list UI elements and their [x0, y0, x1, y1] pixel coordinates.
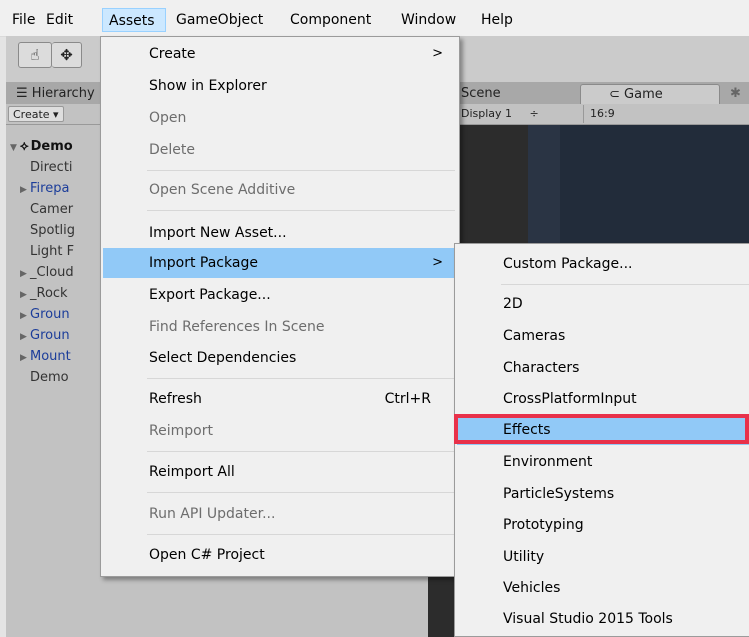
- expand-arrow-icon[interactable]: ▶: [20, 348, 30, 368]
- menu-item-delete: Delete: [149, 142, 195, 158]
- hierarchy-item[interactable]: Camer: [30, 200, 73, 220]
- shortcut-label: Ctrl+R: [384, 391, 431, 407]
- tab-game[interactable]: ⊂ Game: [580, 84, 720, 104]
- assets-dropdown-menu: Create > Show in Explorer Open Delete Ope…: [100, 36, 460, 577]
- hierarchy-panel: ▼ ⟡ Demo Directi ▶ Firepa Camer Spotlig Light F ▶…: [6, 125, 106, 637]
- menu-item-show-in-explorer[interactable]: Show in Explorer: [103, 71, 457, 101]
- hierarchy-item-label: Camer: [30, 202, 74, 217]
- submenu-item-particlesystems[interactable]: ParticleSystems: [457, 479, 749, 509]
- submenu-item-crossplatforminput[interactable]: CrossPlatformInput: [457, 384, 749, 414]
- hierarchy-item[interactable]: ▶ Groun: [20, 326, 70, 346]
- submenu-item-utility[interactable]: Utility: [457, 542, 749, 572]
- menu-item-reimport: Reimport: [149, 423, 213, 439]
- hand-tool-button[interactable]: ☝: [18, 42, 52, 68]
- hierarchy-item-label: Directi: [30, 160, 73, 175]
- hierarchy-item-label: Spotlig: [30, 223, 76, 238]
- submenu-item-characters[interactable]: Characters: [457, 353, 749, 383]
- highlight-annotation-box: [454, 414, 749, 444]
- tab-hierarchy[interactable]: ☰ Hierarchy: [12, 84, 102, 104]
- hierarchy-item[interactable]: ▶ Groun: [20, 305, 70, 325]
- hierarchy-item-label: Groun: [30, 328, 70, 343]
- menu-separator: [501, 284, 749, 285]
- move-tool-button[interactable]: ✥: [52, 42, 82, 68]
- game-display-dropdown[interactable]: Display 1 ÷: [461, 105, 539, 123]
- expand-arrow-icon[interactable]: ▶: [20, 327, 30, 347]
- hierarchy-item-label: _Rock: [30, 286, 68, 301]
- hand-icon: ☝: [30, 46, 40, 64]
- submenu-arrow-icon: >: [432, 255, 443, 270]
- expand-arrow-icon[interactable]: ▶: [20, 285, 30, 305]
- menu-separator: [147, 534, 455, 535]
- game-icon: ⊂: [609, 87, 620, 102]
- menu-item-import-package[interactable]: Import Package >: [103, 248, 457, 278]
- menu-help[interactable]: Help: [475, 8, 519, 32]
- hierarchy-item[interactable]: Spotlig: [30, 221, 75, 241]
- hierarchy-item[interactable]: ▶ _Rock: [20, 284, 68, 304]
- hierarchy-item-label: Demo: [30, 139, 73, 154]
- game-aspect-dropdown[interactable]: 16:9: [583, 105, 615, 123]
- expand-arrow-icon[interactable]: ▶: [20, 306, 30, 326]
- submenu-item-prototyping[interactable]: Prototyping: [457, 510, 749, 540]
- hierarchy-item-label: Firepa: [30, 181, 70, 196]
- hierarchy-item-label: Groun: [30, 307, 70, 322]
- menu-gameobject[interactable]: GameObject: [170, 8, 269, 32]
- menu-item-refresh[interactable]: Refresh Ctrl+R: [103, 384, 457, 414]
- expand-arrow-icon[interactable]: ▼: [10, 138, 20, 158]
- submenu-item-environment[interactable]: Environment: [457, 447, 749, 477]
- hierarchy-item-label: Light F: [30, 244, 75, 259]
- hierarchy-item[interactable]: Demo: [30, 368, 69, 388]
- menu-separator: [147, 451, 455, 452]
- submenu-item-cameras[interactable]: Cameras: [457, 321, 749, 351]
- menu-bar: File Edit Assets GameObject Component Wi…: [0, 0, 749, 37]
- menu-item-open: Open: [149, 110, 187, 126]
- menu-item-export-package[interactable]: Export Package...: [103, 280, 457, 310]
- menu-item-run-api-updater: Run API Updater...: [149, 506, 276, 522]
- menu-item-reimport-all[interactable]: Reimport All: [103, 457, 457, 487]
- hierarchy-item[interactable]: ▶ Mount: [20, 347, 71, 367]
- hierarchy-item-label: _Cloud: [30, 265, 74, 280]
- asset-store-icon: ✱: [730, 86, 741, 101]
- submenu-item-2d[interactable]: 2D: [457, 289, 749, 319]
- menu-item-open-scene-additive: Open Scene Additive: [149, 182, 296, 198]
- menu-file[interactable]: File: [6, 8, 41, 32]
- tab-asset-store[interactable]: ✱: [730, 84, 749, 104]
- hierarchy-item[interactable]: Directi: [30, 158, 73, 178]
- submenu-item-visual-studio-tools[interactable]: Visual Studio 2015 Tools: [457, 604, 749, 634]
- menu-separator: [147, 170, 455, 171]
- menu-item-open-csharp-project[interactable]: Open C# Project: [103, 540, 457, 570]
- hierarchy-item[interactable]: Light F: [30, 242, 74, 262]
- menu-item-create[interactable]: Create >: [103, 39, 457, 69]
- hierarchy-item[interactable]: ▶ Firepa: [20, 179, 69, 199]
- hierarchy-create-dropdown[interactable]: Create ▾: [8, 106, 64, 122]
- menu-separator: [147, 378, 455, 379]
- menu-item-find-references: Find References In Scene: [149, 319, 325, 335]
- submenu-item-vehicles[interactable]: Vehicles: [457, 573, 749, 603]
- expand-arrow-icon[interactable]: ▶: [20, 264, 30, 284]
- hierarchy-item-label: Demo: [30, 370, 69, 385]
- move-icon: ✥: [60, 46, 73, 64]
- hierarchy-item-label: Mount: [30, 349, 71, 364]
- menu-edit[interactable]: Edit: [40, 8, 79, 32]
- menu-assets[interactable]: Assets: [102, 8, 166, 32]
- hierarchy-item[interactable]: ▼ ⟡ Demo: [10, 137, 73, 157]
- submenu-arrow-icon: >: [432, 46, 443, 61]
- expand-arrow-icon[interactable]: ▶: [20, 180, 30, 200]
- menu-item-select-dependencies[interactable]: Select Dependencies: [103, 343, 457, 373]
- hierarchy-item[interactable]: ▶ _Cloud: [20, 263, 74, 283]
- unity-scene-icon: ⟡: [20, 139, 29, 154]
- menu-item-import-new-asset[interactable]: Import New Asset...: [103, 218, 457, 248]
- menu-component[interactable]: Component: [284, 8, 377, 32]
- menu-separator: [147, 492, 455, 493]
- list-icon: ☰: [16, 86, 28, 101]
- menu-separator: [147, 210, 455, 211]
- menu-window[interactable]: Window: [395, 8, 462, 32]
- submenu-item-custom-package[interactable]: Custom Package...: [457, 249, 749, 279]
- tab-scene[interactable]: Scene: [461, 84, 561, 104]
